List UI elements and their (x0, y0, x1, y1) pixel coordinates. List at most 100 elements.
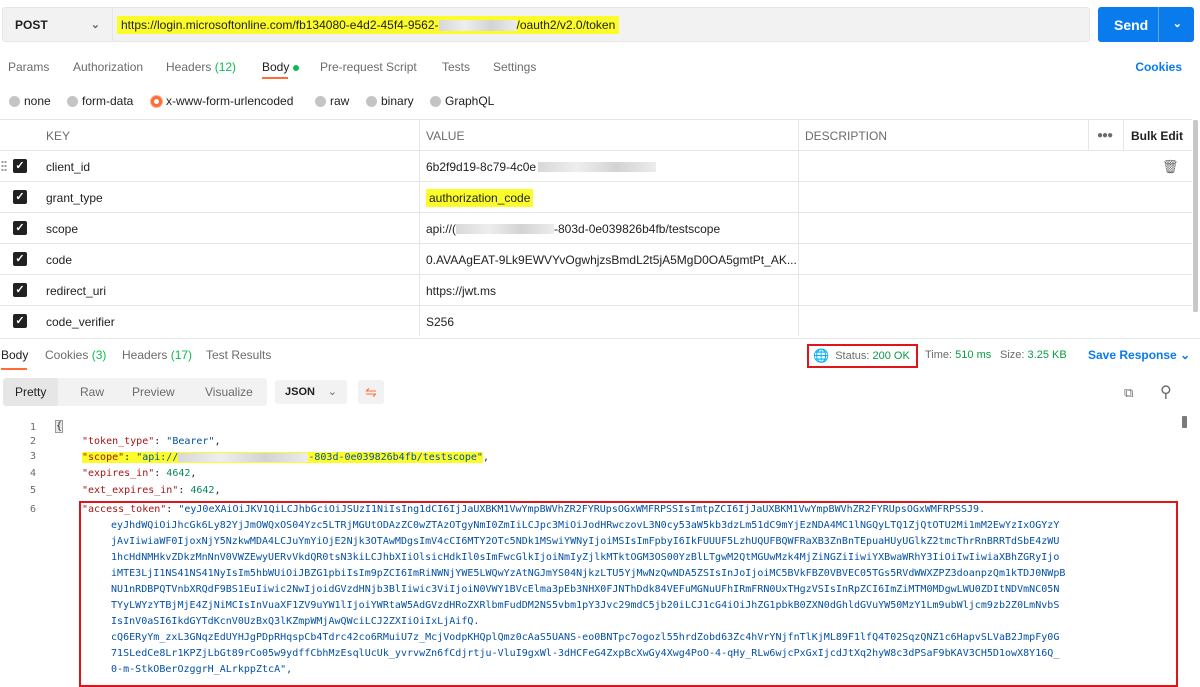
status-label: Status: (835, 350, 870, 362)
row-checkbox[interactable]: ✓ (13, 190, 27, 204)
radio-none[interactable]: none (9, 94, 51, 108)
json-value: 4642 (190, 485, 215, 496)
view-preview-button[interactable]: Preview (132, 385, 175, 399)
table-row: ✓ client_id 6b2f9d19-8c79-4c0e 🗑 (0, 150, 1192, 181)
json-line-expires-in: "expires_in": 4642, (82, 468, 197, 479)
delete-icon[interactable]: 🗑 (1162, 159, 1179, 175)
row-value[interactable]: 6b2f9d19-8c79-4c0e (420, 151, 657, 182)
line-number: 5 (29, 485, 36, 496)
row-value[interactable]: https://jwt.ms (420, 275, 496, 306)
json-key: "token_type" (82, 436, 155, 447)
body-type-selector: none form-data x-www-form-urlencoded raw… (0, 92, 1200, 112)
row-checkbox[interactable]: ✓ (13, 252, 27, 266)
tab-pre-request-script[interactable]: Pre-request Script (320, 60, 417, 74)
view-raw-button[interactable]: Raw (80, 385, 104, 399)
send-button[interactable]: Send ⌄ (1098, 7, 1194, 42)
tab-body-label: Body (262, 60, 290, 74)
table-header-row: KEY VALUE DESCRIPTION ●●● Bulk Edit (0, 119, 1192, 150)
view-pretty-button[interactable]: Pretty (3, 378, 59, 406)
response-tab-body[interactable]: Body (1, 348, 28, 362)
row-value-text: 6b2f9d19-8c79-4c0e (426, 159, 537, 174)
tab-headers-label: Headers (166, 60, 212, 74)
row-value[interactable]: 0.AVAAgEAT-9Lk9EWVYvOgwhjzsBmdL2t5jA5MgD… (420, 244, 797, 275)
row-key[interactable]: redirect_uri (40, 275, 106, 306)
body-indicator-dot (293, 64, 300, 71)
table-row: ✓ redirect_uri https://jwt.ms (0, 274, 1192, 305)
request-tabs: Params Authorization Headers (12) Body P… (0, 56, 1200, 80)
code-scrollbar[interactable] (1182, 416, 1187, 428)
globe-icon: 🌐 (813, 348, 830, 363)
row-checkbox[interactable]: ✓ (13, 159, 27, 173)
row-key[interactable]: scope (40, 213, 78, 244)
tab-headers[interactable]: Headers (12) (166, 60, 236, 74)
row-value[interactable]: S256 (420, 306, 454, 337)
response-time[interactable]: Time: 510 ms (925, 349, 991, 361)
response-tab-cookies-label: Cookies (45, 348, 89, 362)
response-tab-test-results[interactable]: Test Results (206, 348, 271, 362)
status-indicator[interactable]: 🌐 Status: 200 OK (807, 344, 918, 368)
radio-label: form-data (82, 94, 134, 108)
radio-binary[interactable]: binary (366, 94, 414, 108)
url-input[interactable]: https://login.microsoftonline.com/fb1340… (112, 7, 1090, 42)
row-value-suffix: -803d-0e039826b4fb/testscope (554, 221, 721, 236)
format-label: JSON (285, 386, 315, 398)
row-value[interactable]: authorization_code (420, 182, 534, 213)
column-divider (1088, 119, 1089, 150)
radio-icon (366, 95, 377, 107)
access-token-highlight-box (79, 501, 1178, 687)
method-select[interactable]: POST ⌄ (2, 7, 112, 42)
response-tab-headers[interactable]: Headers (17) (122, 348, 192, 362)
radio-form-data[interactable]: form-data (67, 94, 133, 108)
redacted-block (538, 161, 657, 172)
line-number: 6 (29, 504, 36, 515)
search-icon[interactable]: ⚲ (1160, 382, 1172, 402)
row-checkbox[interactable]: ✓ (13, 283, 27, 297)
cookies-link[interactable]: Cookies (1135, 60, 1182, 74)
radio-x-www-form-urlencoded[interactable]: x-www-form-urlencoded (151, 94, 293, 108)
radio-icon (430, 95, 441, 107)
tab-settings[interactable]: Settings (493, 60, 536, 74)
radio-raw[interactable]: raw (315, 94, 349, 108)
drag-handle-icon[interactable] (1, 160, 7, 172)
save-response-button[interactable]: Save Response ⌄ (1088, 348, 1190, 362)
url-text: https://login.microsoftonline.com/fb1340… (117, 15, 620, 34)
copy-icon[interactable]: ⧉ (1124, 385, 1133, 401)
radio-graphql[interactable]: GraphQL (430, 94, 494, 108)
json-value: "Bearer" (166, 436, 215, 447)
radio-label: binary (381, 94, 414, 108)
view-visualize-button[interactable]: Visualize (205, 385, 253, 399)
row-key[interactable]: client_id (40, 151, 90, 182)
response-bar: Body Cookies (3) Headers (17) Test Resul… (0, 338, 1200, 370)
bulk-edit-button[interactable]: Bulk Edit (1131, 129, 1183, 143)
wrap-lines-icon[interactable]: ⇋ (358, 380, 384, 404)
format-select[interactable]: JSON ⌄ (275, 380, 347, 404)
chevron-down-icon: ⌄ (1180, 348, 1191, 362)
active-tab-underline (1, 368, 27, 370)
redacted-block (178, 452, 309, 462)
time-value: 510 ms (955, 349, 992, 361)
view-mode-group: Pretty Raw Preview Visualize (3, 378, 267, 406)
url-end: /oauth2/v2.0/token (516, 17, 616, 32)
response-size[interactable]: Size: 3.25 KB (1000, 349, 1067, 361)
time-label: Time: (925, 349, 953, 361)
response-tab-cookies[interactable]: Cookies (3) (45, 348, 106, 362)
row-key[interactable]: code (40, 244, 72, 275)
tab-tests[interactable]: Tests (442, 60, 470, 74)
radio-label: none (24, 94, 51, 108)
response-body-viewer[interactable]: 1 2 3 4 5 6 { "token_type": "Bearer", "s… (0, 416, 1200, 687)
chevron-down-icon[interactable]: ⌄ (1173, 17, 1182, 30)
row-checkbox[interactable]: ✓ (13, 314, 27, 328)
column-divider (798, 119, 799, 336)
tab-authorization[interactable]: Authorization (73, 60, 143, 74)
row-value[interactable]: api://(-803d-0e039826b4fb/testscope (420, 213, 720, 244)
row-key[interactable]: code_verifier (40, 306, 115, 337)
row-checkbox[interactable]: ✓ (13, 221, 27, 235)
tab-body[interactable]: Body (262, 60, 300, 74)
params-scrollbar[interactable] (1193, 120, 1198, 312)
json-open-brace: { (54, 420, 64, 433)
headers-count: (17) (170, 348, 193, 362)
row-key[interactable]: grant_type (40, 182, 103, 213)
more-options-icon[interactable]: ●●● (1097, 130, 1113, 141)
tab-params[interactable]: Params (8, 60, 49, 74)
line-number: 3 (29, 451, 36, 462)
